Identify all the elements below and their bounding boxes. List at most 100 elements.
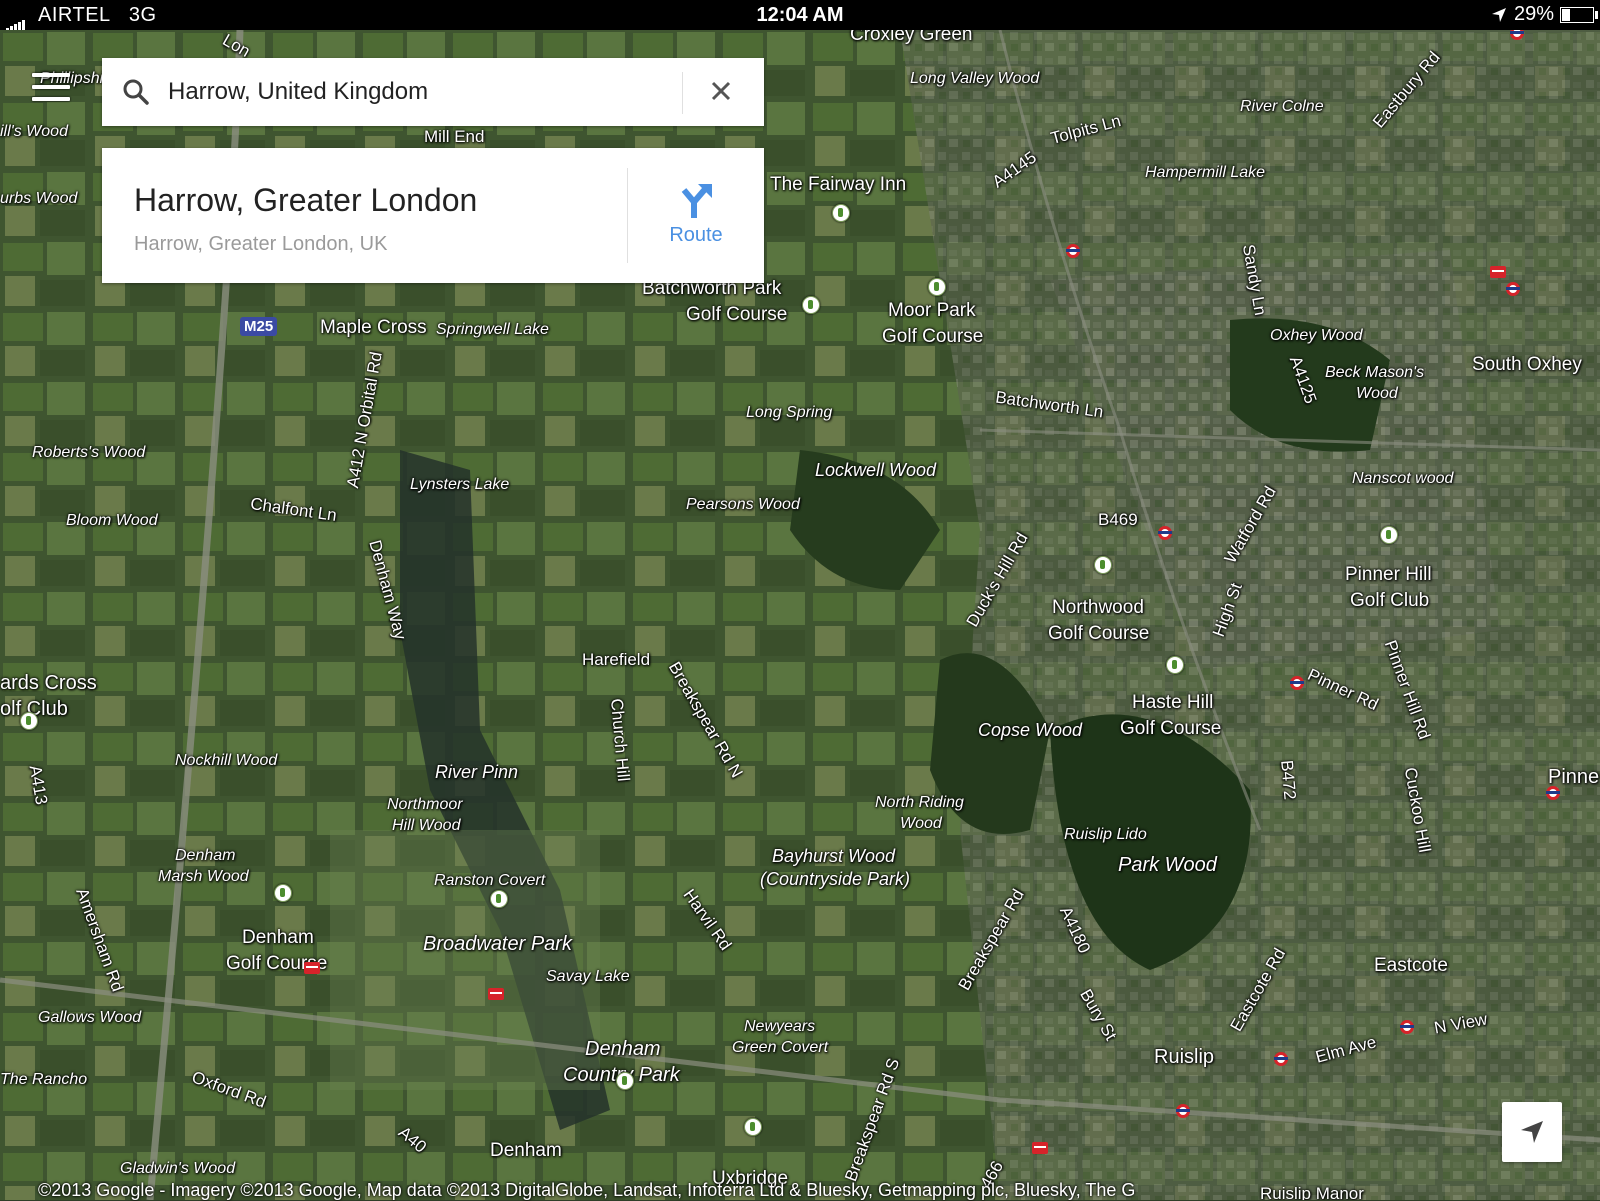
map-label: Wood	[1356, 385, 1398, 402]
map-label: River Pinn	[435, 762, 519, 782]
map-label: Savay Lake	[546, 968, 630, 985]
map-label: Croxley Green	[850, 30, 973, 45]
map-label: Hill Wood	[392, 817, 461, 834]
map-label: Oxhey Wood	[1270, 327, 1363, 344]
map-label: ill's Wood	[0, 123, 68, 140]
map-label: Beck Mason's	[1325, 364, 1425, 381]
map-label: Bayhurst Wood	[772, 846, 896, 866]
map-label: Lockwell Wood	[815, 460, 937, 480]
golf-course-pin-icon[interactable]	[928, 278, 946, 296]
golf-course-pin-icon[interactable]	[744, 1118, 762, 1136]
status-bar: AIRTEL 3G 12:04 AM 29%	[0, 0, 1600, 32]
map-label: ards Cross	[0, 672, 97, 694]
battery-icon	[1560, 6, 1598, 23]
menu-icon-bar	[32, 97, 70, 101]
search-icon	[122, 78, 150, 111]
map-attribution: ©2013 Google - Imagery ©2013 Google, Map…	[38, 1180, 1136, 1200]
map-label: Copse Wood	[978, 720, 1083, 740]
map-label: Ruislip Lido	[1064, 826, 1147, 843]
golf-course-pin-icon[interactable]	[274, 884, 292, 902]
map-label: Long Valley Wood	[910, 70, 1040, 87]
golf-course-pin-icon[interactable]	[1380, 526, 1398, 544]
underground-station-icon[interactable]	[1290, 676, 1304, 690]
map-label: Gallows Wood	[38, 1009, 142, 1026]
map-label: Harefield	[582, 650, 651, 669]
map-label: Lynsters Lake	[410, 476, 510, 493]
map-label: Maple Cross	[320, 317, 427, 338]
map-label: B469	[1098, 510, 1138, 529]
my-location-button[interactable]	[1502, 1102, 1562, 1162]
result-title: Harrow, Greater London	[134, 182, 478, 218]
map-label: South Oxhey	[1472, 354, 1582, 375]
underground-station-icon[interactable]	[1274, 1052, 1288, 1066]
map-label: Denham	[175, 847, 236, 864]
map-label: North Riding	[875, 794, 964, 811]
map-label: Eastcote	[1374, 955, 1448, 976]
map-label: Long Spring	[746, 404, 833, 421]
map-label: Pinner Hill	[1345, 564, 1432, 585]
route-label: Route	[669, 224, 723, 246]
map-label: Moor Park	[888, 300, 976, 321]
map-label: Golf Course	[882, 326, 984, 347]
map-label: Nockhill Wood	[175, 752, 278, 769]
map-label: Denham	[242, 927, 314, 948]
underground-station-icon[interactable]	[1546, 786, 1560, 800]
map-label: Northmoor	[387, 796, 463, 813]
map-label: Pearsons Wood	[686, 496, 800, 513]
close-icon[interactable]	[708, 78, 734, 109]
underground-station-icon[interactable]	[1506, 282, 1520, 296]
map-label: The Rancho	[0, 1071, 88, 1088]
map-label: B472	[1277, 759, 1300, 801]
park-pin-icon[interactable]	[616, 1072, 634, 1090]
map-label: Hampermill Lake	[1145, 164, 1266, 181]
map-label: Park Wood	[1118, 854, 1217, 876]
result-subtitle: Harrow, Greater London, UK	[134, 233, 388, 255]
rail-station-icon[interactable]	[1490, 266, 1506, 278]
search-input[interactable]: Harrow, United Kingdom	[168, 78, 428, 106]
rail-station-icon[interactable]	[488, 988, 504, 1000]
map-label: Marsh Wood	[158, 868, 249, 885]
map-label: The Fairway Inn	[770, 174, 907, 195]
map-label: Bloom Wood	[66, 512, 158, 529]
divider	[682, 72, 683, 114]
map-label: urbs Wood	[0, 190, 78, 207]
map-label: River Colne	[1240, 98, 1324, 115]
underground-station-icon[interactable]	[1176, 1104, 1190, 1118]
map-label: Green Covert	[732, 1039, 829, 1056]
map-label: Golf Course	[1120, 718, 1222, 739]
route-button[interactable]: Route	[628, 148, 764, 283]
golf-course-pin-icon[interactable]	[1094, 556, 1112, 574]
map-label: Northwood	[1052, 597, 1144, 618]
map-label: Springwell Lake	[436, 321, 549, 338]
menu-button[interactable]	[32, 73, 70, 107]
golf-course-pin-icon[interactable]	[1166, 656, 1184, 674]
map-label: Denham	[585, 1038, 661, 1060]
underground-station-icon[interactable]	[1066, 244, 1080, 258]
map-label: Ruislip Manor	[1260, 1184, 1364, 1200]
rail-station-icon[interactable]	[1032, 1142, 1048, 1154]
golf-course-pin-icon[interactable]	[802, 296, 820, 314]
map-label: Ranston Covert	[434, 872, 546, 889]
map-label: Roberts's Wood	[32, 444, 146, 461]
park-pin-icon[interactable]	[490, 890, 508, 908]
battery-percent: 29%	[1513, 3, 1554, 25]
underground-station-icon[interactable]	[1158, 526, 1172, 540]
map-label: Golf Course	[1048, 623, 1150, 644]
search-result-card[interactable]: Harrow, Greater London Harrow, Greater L…	[102, 148, 764, 283]
rail-station-icon[interactable]	[304, 962, 320, 974]
golf-course-pin-icon[interactable]	[20, 712, 38, 730]
golf-course-pin-icon[interactable]	[832, 204, 850, 222]
map-label: Mill End	[424, 127, 485, 146]
map-label: Gladwin's Wood	[120, 1160, 236, 1177]
location-arrow-icon	[1521, 1121, 1543, 1143]
map-label: Haste Hill	[1132, 692, 1214, 713]
map-label: Newyears	[744, 1018, 816, 1035]
clock: 12:04 AM	[756, 4, 844, 26]
search-box[interactable]: Harrow, United Kingdom	[102, 58, 764, 126]
map-label: (Countryside Park)	[760, 869, 911, 889]
map-label: Denham	[490, 1140, 562, 1161]
motorway-shield: M25	[240, 317, 278, 336]
menu-icon-bar	[32, 73, 70, 77]
menu-icon-bar	[32, 85, 70, 89]
underground-station-icon[interactable]	[1400, 1020, 1414, 1034]
